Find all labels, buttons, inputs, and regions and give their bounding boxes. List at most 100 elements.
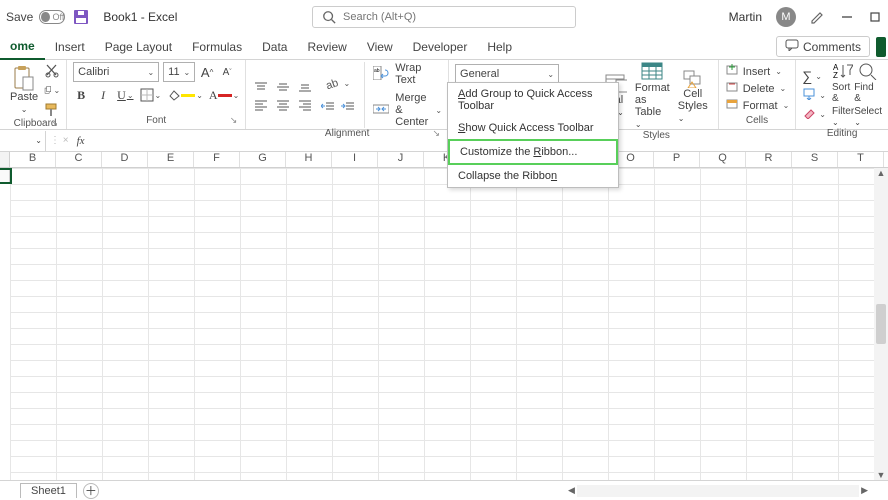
orientation-icon[interactable]: ab⌄: [320, 74, 356, 92]
tab-pagelayout[interactable]: Page Layout: [95, 34, 182, 60]
align-bottom-icon[interactable]: [296, 78, 314, 96]
format-cells-button[interactable]: Format ⌄: [725, 98, 790, 113]
wrap-text-button[interactable]: ab Wrap Text: [373, 62, 442, 86]
format-as-table-button[interactable]: Format as Table ⌄: [631, 62, 674, 130]
name-box[interactable]: ⌄: [0, 131, 46, 151]
paste-icon[interactable]: [13, 65, 35, 91]
delete-cells-icon: [725, 81, 739, 96]
align-top-icon[interactable]: [252, 78, 270, 96]
select-all-corner[interactable]: [0, 152, 10, 167]
underline-button[interactable]: U⌄: [117, 86, 133, 104]
font-size-combo[interactable]: 11⌄: [163, 62, 195, 82]
col-header[interactable]: J: [378, 152, 424, 167]
comments-button[interactable]: Comments: [776, 36, 870, 57]
font-color-button[interactable]: A⌄: [209, 86, 239, 104]
align-center-icon[interactable]: [274, 96, 292, 114]
menu-show-qat[interactable]: Show Quick Access Toolbar: [448, 117, 618, 139]
col-header[interactable]: F: [194, 152, 240, 167]
fx-icon[interactable]: fx: [77, 135, 85, 147]
col-header[interactable]: C: [56, 152, 102, 167]
scroll-up-icon[interactable]: ▲: [877, 168, 886, 178]
fill-button[interactable]: ⌄: [802, 88, 826, 103]
alignment-launcher[interactable]: ↘: [432, 128, 440, 139]
decrease-font-icon[interactable]: Aˇ: [219, 63, 235, 81]
col-header[interactable]: P: [654, 152, 700, 167]
cancel-formula-icon[interactable]: ⋮ ×: [50, 135, 69, 146]
sheet-tab-bar: Sheet1 ＋ ◀ ▶: [0, 480, 888, 500]
align-left-icon[interactable]: [252, 96, 270, 114]
col-header[interactable]: B: [10, 152, 56, 167]
insert-cells-button[interactable]: Insert ⌄: [725, 64, 790, 79]
border-button[interactable]: ⌄: [140, 86, 162, 104]
tab-help[interactable]: Help: [477, 34, 522, 60]
decrease-indent-icon[interactable]: [320, 98, 336, 116]
search-box[interactable]: [312, 6, 576, 28]
col-header[interactable]: D: [102, 152, 148, 167]
copy-icon[interactable]: ⌄: [44, 82, 60, 98]
search-input[interactable]: [343, 11, 567, 23]
sort-filter-icon: AZ: [833, 62, 853, 80]
col-header[interactable]: G: [240, 152, 286, 167]
align-right-icon[interactable]: [296, 96, 314, 114]
col-header[interactable]: E: [148, 152, 194, 167]
scroll-thumb[interactable]: [876, 304, 886, 344]
scroll-down-icon[interactable]: ▼: [877, 470, 886, 480]
menu-collapse-ribbon[interactable]: Collapse the Ribbon: [448, 165, 618, 187]
fill-color-button[interactable]: ⌄: [167, 86, 203, 104]
merge-center-button[interactable]: Merge & Center ⌄: [373, 92, 442, 128]
menu-add-to-qat[interactable]: Add Group to Quick Access Toolbar: [448, 83, 618, 117]
bold-button[interactable]: B: [73, 86, 89, 104]
cut-icon[interactable]: [44, 62, 60, 78]
number-format-combo[interactable]: General⌄: [455, 64, 559, 84]
col-header[interactable]: R: [746, 152, 792, 167]
align-middle-icon[interactable]: [274, 78, 292, 96]
active-cell[interactable]: [0, 168, 12, 184]
col-header[interactable]: S: [792, 152, 838, 167]
vertical-scrollbar[interactable]: ▲ ▼: [874, 168, 888, 480]
tab-home[interactable]: ome: [0, 34, 45, 60]
cell-styles-button[interactable]: Cell Styles ⌄: [674, 68, 712, 124]
cell-grid[interactable]: [10, 168, 888, 480]
tab-data[interactable]: Data: [252, 34, 297, 60]
clipboard-launcher[interactable]: ↘: [51, 118, 59, 129]
sort-filter-button[interactable]: AZ Sort & Filter ⌄: [832, 62, 854, 128]
autosum-button[interactable]: ∑⌄: [802, 68, 826, 84]
tab-review[interactable]: Review: [297, 34, 356, 60]
user-name[interactable]: Martin: [729, 10, 762, 24]
horizontal-scrollbar[interactable]: ◀ ▶: [568, 485, 868, 497]
font-launcher[interactable]: ↘: [230, 115, 238, 126]
tab-formulas[interactable]: Formulas: [182, 34, 252, 60]
add-sheet-button[interactable]: ＋: [83, 483, 99, 499]
scroll-right-icon[interactable]: ▶: [861, 485, 868, 496]
menu-customize-ribbon[interactable]: Customize the Ribbon...: [448, 139, 618, 165]
find-select-button[interactable]: Find & Select ⌄: [854, 62, 882, 128]
pen-icon[interactable]: [810, 9, 826, 25]
autosave-toggle[interactable]: Off: [39, 10, 65, 24]
tab-insert[interactable]: Insert: [45, 34, 95, 60]
increase-font-icon[interactable]: A^: [199, 63, 215, 81]
col-header[interactable]: I: [332, 152, 378, 167]
col-header[interactable]: T: [838, 152, 884, 167]
minimize-button[interactable]: [840, 10, 854, 24]
col-header[interactable]: H: [286, 152, 332, 167]
scroll-left-icon[interactable]: ◀: [568, 485, 575, 496]
italic-button[interactable]: I: [95, 86, 111, 104]
merge-icon: [373, 102, 389, 119]
clear-button[interactable]: ⌄: [802, 107, 826, 122]
delete-cells-button[interactable]: Delete ⌄: [725, 81, 790, 96]
tab-developer[interactable]: Developer: [403, 34, 478, 60]
col-header[interactable]: Q: [700, 152, 746, 167]
save-icon[interactable]: [73, 9, 89, 25]
format-painter-icon[interactable]: [44, 102, 60, 118]
paste-button[interactable]: Paste⌄: [10, 91, 38, 115]
increase-indent-icon[interactable]: [340, 98, 356, 116]
font-name-combo[interactable]: Calibri⌄: [73, 62, 159, 82]
worksheet: B C D E F G H I J K L M N O P Q R S T ▲ …: [0, 152, 888, 480]
share-button[interactable]: [876, 37, 886, 57]
tab-view[interactable]: View: [357, 34, 403, 60]
ribbon-tabs: ome Insert Page Layout Formulas Data Rev…: [0, 34, 888, 60]
sheet-tab[interactable]: Sheet1: [20, 483, 77, 498]
svg-text:ab: ab: [326, 77, 340, 90]
user-avatar[interactable]: M: [776, 7, 796, 27]
maximize-button[interactable]: [868, 10, 882, 24]
